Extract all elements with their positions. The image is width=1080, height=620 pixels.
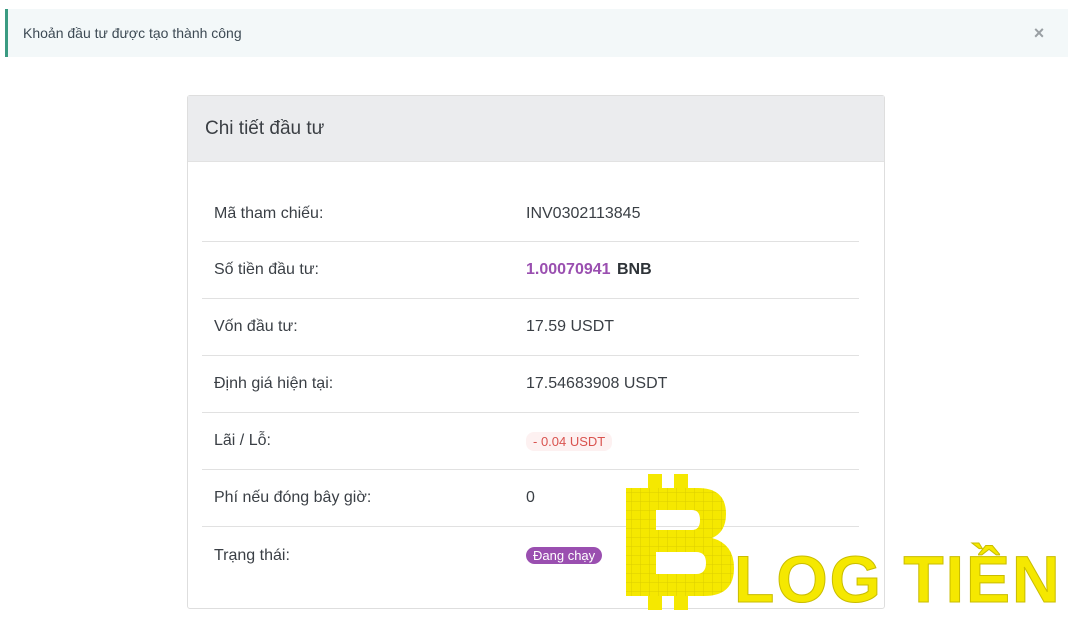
alert-message: Khoản đầu tư được tạo thành công: [23, 25, 242, 41]
capital-value: 17.59 USDT: [526, 318, 615, 335]
detail-row-close-fee: Phí nếu đóng bây giờ: 0: [202, 470, 859, 527]
success-alert: Khoản đầu tư được tạo thành công ×: [5, 9, 1068, 57]
detail-row-reference: Mã tham chiếu: INV0302113845: [202, 186, 859, 242]
capital-label: Vốn đầu tư:: [214, 318, 298, 335]
status-label: Trạng thái:: [214, 546, 290, 564]
close-fee-label: Phí nếu đóng bây giờ:: [214, 489, 372, 506]
detail-row-profit-loss: Lãi / Lỗ: - 0.04 USDT: [202, 413, 859, 470]
status-value-wrap: Đang chạy: [526, 546, 603, 565]
amount-value: 1.00070941 BNB: [526, 261, 652, 279]
reference-label: Mã tham chiếu:: [214, 204, 324, 222]
detail-row-status: Trạng thái: Đang chạy: [202, 527, 859, 584]
valuation-label: Định giá hiện tại:: [214, 375, 334, 392]
close-fee-value: 0: [526, 489, 535, 506]
valuation-value: 17.54683908 USDT: [526, 375, 668, 392]
detail-row-valuation: Định giá hiện tại: 17.54683908 USDT: [202, 356, 859, 413]
amount-number: 1.00070941: [526, 261, 611, 278]
profit-loss-value-wrap: - 0.04 USDT: [526, 431, 613, 451]
investment-detail-card: Chi tiết đầu tư Mã tham chiếu: INV030211…: [187, 95, 885, 609]
amount-coin: BNB: [616, 261, 652, 278]
card-header: Chi tiết đầu tư: [188, 96, 884, 162]
close-icon[interactable]: ×: [1030, 22, 1048, 44]
detail-list: Mã tham chiếu: INV0302113845 Số tiền đầu…: [202, 186, 859, 584]
reference-value: INV0302113845: [526, 204, 641, 222]
status-badge: Đang chạy: [526, 546, 603, 564]
detail-row-capital: Vốn đầu tư: 17.59 USDT: [202, 299, 859, 356]
amount-label: Số tiền đầu tư:: [214, 261, 319, 278]
profit-loss-badge: - 0.04 USDT: [526, 431, 613, 451]
detail-row-amount: Số tiền đầu tư: 1.00070941 BNB: [202, 242, 859, 299]
card-title: Chi tiết đầu tư: [205, 117, 325, 139]
profit-loss-label: Lãi / Lỗ:: [214, 432, 271, 449]
